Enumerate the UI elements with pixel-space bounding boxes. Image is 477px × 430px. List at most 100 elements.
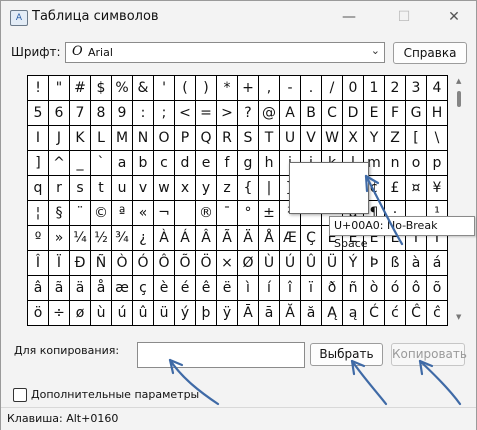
char-cell[interactable]: \ <box>427 126 448 151</box>
char-cell[interactable]: à <box>406 251 427 276</box>
char-cell[interactable]: ° <box>238 201 259 226</box>
scroll-up-icon[interactable]: ▲ <box>456 77 461 85</box>
char-cell[interactable]: f <box>217 151 238 176</box>
char-cell[interactable]: o <box>406 151 427 176</box>
char-cell[interactable]: æ <box>112 276 133 301</box>
char-cell[interactable]: ú <box>112 301 133 326</box>
char-cell[interactable]: é <box>175 276 196 301</box>
char-cell[interactable]: ? <box>238 101 259 126</box>
char-cell[interactable]: @ <box>259 101 280 126</box>
char-cell[interactable]: ' <box>154 76 175 101</box>
char-cell[interactable]: Ç <box>301 226 322 251</box>
char-cell[interactable]: ¼ <box>70 226 91 251</box>
char-cell[interactable]: £ <box>385 176 406 201</box>
char-cell[interactable]: î <box>280 276 301 301</box>
char-cell[interactable]: ó <box>385 276 406 301</box>
char-cell[interactable]: ¬ <box>154 201 175 226</box>
char-cell[interactable]: ý <box>175 301 196 326</box>
char-cell[interactable]: á <box>427 251 448 276</box>
char-cell[interactable]: H <box>427 101 448 126</box>
char-cell[interactable]: § <box>49 201 70 226</box>
char-cell[interactable]: ¯ <box>217 201 238 226</box>
char-cell[interactable]: ą <box>343 301 364 326</box>
close-button[interactable]: ✕ <box>434 7 474 27</box>
grid-scrollbar[interactable]: ▲ ▼ <box>453 75 465 326</box>
char-cell[interactable]: Ð <box>70 251 91 276</box>
char-cell[interactable]: ¾ <box>112 226 133 251</box>
char-cell[interactable]: ù <box>91 301 112 326</box>
char-cell[interactable]: ; <box>154 101 175 126</box>
char-cell[interactable]: ! <box>28 76 49 101</box>
char-cell[interactable]: . <box>301 76 322 101</box>
char-cell[interactable]: C <box>322 101 343 126</box>
char-cell[interactable]: q <box>28 176 49 201</box>
char-cell[interactable]: Ć <box>364 301 385 326</box>
char-cell[interactable]: G <box>406 101 427 126</box>
char-cell[interactable]: ì <box>238 276 259 301</box>
char-cell[interactable]: ­ <box>175 201 196 226</box>
char-cell[interactable]: J <box>49 126 70 151</box>
char-cell[interactable]: ¥ <box>427 176 448 201</box>
chevron-down-icon[interactable]: ⌄ <box>371 44 380 57</box>
char-cell[interactable]: ] <box>28 151 49 176</box>
char-cell[interactable]: I <box>28 126 49 151</box>
char-cell[interactable]: , <box>259 76 280 101</box>
char-cell[interactable]: Ú <box>280 251 301 276</box>
char-cell[interactable]: * <box>217 76 238 101</box>
char-cell[interactable]: Ñ <box>91 251 112 276</box>
char-cell[interactable]: õ <box>427 276 448 301</box>
char-cell[interactable]: Ù <box>259 251 280 276</box>
char-cell[interactable]: ÷ <box>49 301 70 326</box>
char-cell[interactable]: P <box>175 126 196 151</box>
char-cell[interactable]: Æ <box>280 226 301 251</box>
char-cell[interactable]: ` <box>91 151 112 176</box>
char-cell[interactable]: þ <box>196 301 217 326</box>
char-cell[interactable]: g <box>238 151 259 176</box>
char-cell[interactable]: ë <box>217 276 238 301</box>
minimize-button[interactable]: — <box>329 7 369 27</box>
char-cell[interactable]: E <box>364 101 385 126</box>
char-cell[interactable]: í <box>259 276 280 301</box>
font-dropdown[interactable]: O Arial ⌄ <box>65 42 385 63</box>
char-cell[interactable]: M <box>112 126 133 151</box>
char-cell[interactable]: ® <box>196 201 217 226</box>
char-cell[interactable]: Ý <box>343 251 364 276</box>
char-cell[interactable]: S <box>238 126 259 151</box>
char-cell[interactable]: 6 <box>49 101 70 126</box>
char-cell[interactable]: % <box>112 76 133 101</box>
char-cell[interactable]: z <box>217 176 238 201</box>
char-cell[interactable]: # <box>70 76 91 101</box>
char-cell[interactable]: ā <box>259 301 280 326</box>
char-cell[interactable]: B <box>301 101 322 126</box>
char-cell[interactable]: v <box>133 176 154 201</box>
char-cell[interactable]: A <box>280 101 301 126</box>
char-cell[interactable]: b <box>133 151 154 176</box>
char-cell[interactable]: Ö <box>196 251 217 276</box>
char-cell[interactable]: Á <box>175 226 196 251</box>
char-cell[interactable]: ò <box>364 276 385 301</box>
char-cell[interactable]: û <box>133 301 154 326</box>
char-cell[interactable]: 5 <box>28 101 49 126</box>
char-cell[interactable]: 4 <box>427 76 448 101</box>
char-cell[interactable]: ö <box>28 301 49 326</box>
char-cell[interactable]: ¤ <box>406 176 427 201</box>
char-cell[interactable]: Ò <box>112 251 133 276</box>
char-cell[interactable]: ñ <box>343 276 364 301</box>
char-cell[interactable]: F <box>385 101 406 126</box>
char-cell[interactable]: / <box>322 76 343 101</box>
char-cell[interactable]: â <box>28 276 49 301</box>
char-cell[interactable]: Ą <box>322 301 343 326</box>
characters-to-copy-input[interactable] <box>137 342 305 368</box>
char-cell[interactable]: n <box>385 151 406 176</box>
char-cell[interactable]: ç <box>133 276 154 301</box>
char-cell[interactable]: º <box>28 226 49 251</box>
char-cell[interactable]: T <box>259 126 280 151</box>
char-cell[interactable]: O <box>154 126 175 151</box>
char-cell[interactable]: p <box>427 151 448 176</box>
char-cell[interactable]: ( <box>175 76 196 101</box>
char-cell[interactable]: V <box>301 126 322 151</box>
char-cell[interactable]: = <box>196 101 217 126</box>
char-cell[interactable]: ø <box>70 301 91 326</box>
char-cell[interactable]: ä <box>70 276 91 301</box>
char-cell[interactable]: Ä <box>238 226 259 251</box>
